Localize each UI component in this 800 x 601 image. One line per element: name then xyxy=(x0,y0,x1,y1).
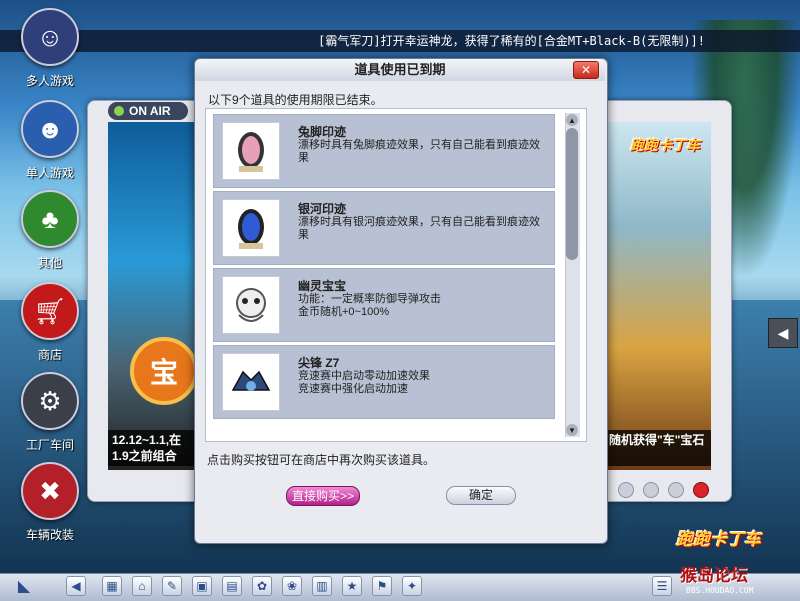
list-icon[interactable]: ☰ xyxy=(652,576,672,596)
blue-tire-icon xyxy=(222,199,280,257)
gift-icon[interactable]: ▤ xyxy=(222,576,242,596)
page-dot[interactable] xyxy=(618,482,634,498)
card-icon[interactable]: ▣ xyxy=(192,576,212,596)
dialog-description: 以下9个道具的使用期限已结束。 xyxy=(208,93,383,107)
shop-cart-icon: 🛒︎ xyxy=(21,282,79,340)
pink-tire-icon xyxy=(222,122,280,180)
close-button[interactable]: ✕ xyxy=(573,61,599,79)
dialog-title: 道具使用已到期 xyxy=(195,59,605,81)
start-icon[interactable]: ◣ xyxy=(14,576,34,596)
back-icon[interactable]: ◀ xyxy=(66,576,86,596)
list-item[interactable]: 兔脚印迹 漂移时具有兔脚痕迹效果，只有自己能看到痕迹效果 xyxy=(213,114,555,188)
ribbon-icon[interactable]: ❀ xyxy=(282,576,302,596)
confirm-button[interactable]: 确定 xyxy=(446,486,516,505)
wrench-icon[interactable]: ✎ xyxy=(162,576,182,596)
scroll-up-icon[interactable]: ▲ xyxy=(566,114,578,126)
banner-letter: 宝 xyxy=(130,337,198,405)
factory-icon: ⚙ xyxy=(21,372,79,430)
page-dot[interactable] xyxy=(643,482,659,498)
singleplayer-icon: ☻ xyxy=(21,100,79,158)
site-watermark-url: BBS.HOUDAO.COM xyxy=(686,586,754,595)
ranking-icon[interactable]: ★ xyxy=(342,576,362,596)
game-logo: 跑跑卡丁车 xyxy=(630,137,700,153)
nav-shop[interactable]: 🛒︎ 商店 xyxy=(14,282,86,363)
nav-label: 工厂车间 xyxy=(25,438,74,452)
promo-text-left: 12.12~1.1,在1.9之前组合 xyxy=(108,430,194,466)
flag-icon[interactable]: ⚑ xyxy=(372,576,392,596)
nav-multiplayer[interactable]: ☺ 多人游戏 xyxy=(14,8,86,89)
nav-label: 车辆改装 xyxy=(25,528,74,542)
nav-singleplayer[interactable]: ☻ 单人游戏 xyxy=(14,100,86,181)
item-description: 漂移时具有兔脚痕迹效果，只有自己能看到痕迹效果 xyxy=(298,139,540,164)
game-logo-bottom: 跑跑卡丁车 xyxy=(676,530,761,549)
onair-badge: ON AIR xyxy=(108,102,188,120)
shop-icon[interactable]: ▦ xyxy=(102,576,122,596)
dialog-footnote: 点击购买按钮可在商店中再次购买该道具。 xyxy=(207,453,436,467)
onair-label: ON AIR xyxy=(129,104,171,118)
scrollbar-thumb[interactable] xyxy=(566,128,578,260)
buy-now-button[interactable]: 直接购买>> xyxy=(286,486,360,506)
book-icon[interactable]: ▥ xyxy=(312,576,332,596)
item-description: 漂移时具有银河痕迹效果，只有自己能看到痕迹效果 xyxy=(298,216,540,241)
nav-label: 其他 xyxy=(37,256,62,270)
item-name: 银河印迹 xyxy=(298,202,347,216)
item-description: 功能：一定概率防御导弹攻击 金币随机+0~100% xyxy=(298,293,441,318)
ghost-baby-icon xyxy=(222,276,280,334)
banner-left-image: 宝 xyxy=(108,122,198,470)
other-icon: ♣ xyxy=(21,190,79,248)
nav-vehicle-mod[interactable]: ✖ 车辆改装 xyxy=(14,462,86,543)
page-dot-active[interactable] xyxy=(693,482,709,498)
nav-label: 多人游戏 xyxy=(25,74,74,88)
home-icon[interactable]: ⌂ xyxy=(132,576,152,596)
items-icon[interactable]: ✿ xyxy=(252,576,272,596)
scroll-down-icon[interactable]: ▼ xyxy=(566,424,578,436)
nav-label: 商店 xyxy=(37,348,62,362)
tools-icon: ✖ xyxy=(21,462,79,520)
page-dot[interactable] xyxy=(668,482,684,498)
nav-label: 单人游戏 xyxy=(25,166,74,180)
promo-text-right: 随机获得"车"宝石 xyxy=(605,430,711,466)
arrow-left-icon[interactable]: ◀ xyxy=(768,318,798,348)
item-description: 竞速赛中启动零动加速效果 竞速赛中强化启动加速 xyxy=(298,370,430,395)
nav-factory[interactable]: ⚙ 工厂车间 xyxy=(14,372,86,453)
item-name: 幽灵宝宝 xyxy=(298,279,347,293)
list-item[interactable]: 银河印迹 漂移时具有银河痕迹效果，只有自己能看到痕迹效果 xyxy=(213,191,555,265)
item-name: 尖锋 Z7 xyxy=(298,356,340,370)
list-item[interactable]: 尖锋 Z7 竞速赛中启动零动加速效果 竞速赛中强化启动加速 xyxy=(213,345,555,419)
multiplayer-icon: ☺ xyxy=(21,8,79,66)
nav-other[interactable]: ♣ 其他 xyxy=(14,190,86,271)
onair-dot-icon xyxy=(114,106,124,116)
spike-z7-icon xyxy=(222,353,280,411)
item-name: 兔脚印迹 xyxy=(298,125,347,139)
announcement-marquee: [霸气军刀]打开幸运神龙，获得了稀有的[合金MT+Black-B(无限制)]! xyxy=(0,30,800,52)
star-icon[interactable]: ✦ xyxy=(402,576,422,596)
site-watermark: 猴岛论坛 xyxy=(680,566,748,585)
list-item[interactable]: 幽灵宝宝 功能：一定概率防御导弹攻击 金币随机+0~100% xyxy=(213,268,555,342)
